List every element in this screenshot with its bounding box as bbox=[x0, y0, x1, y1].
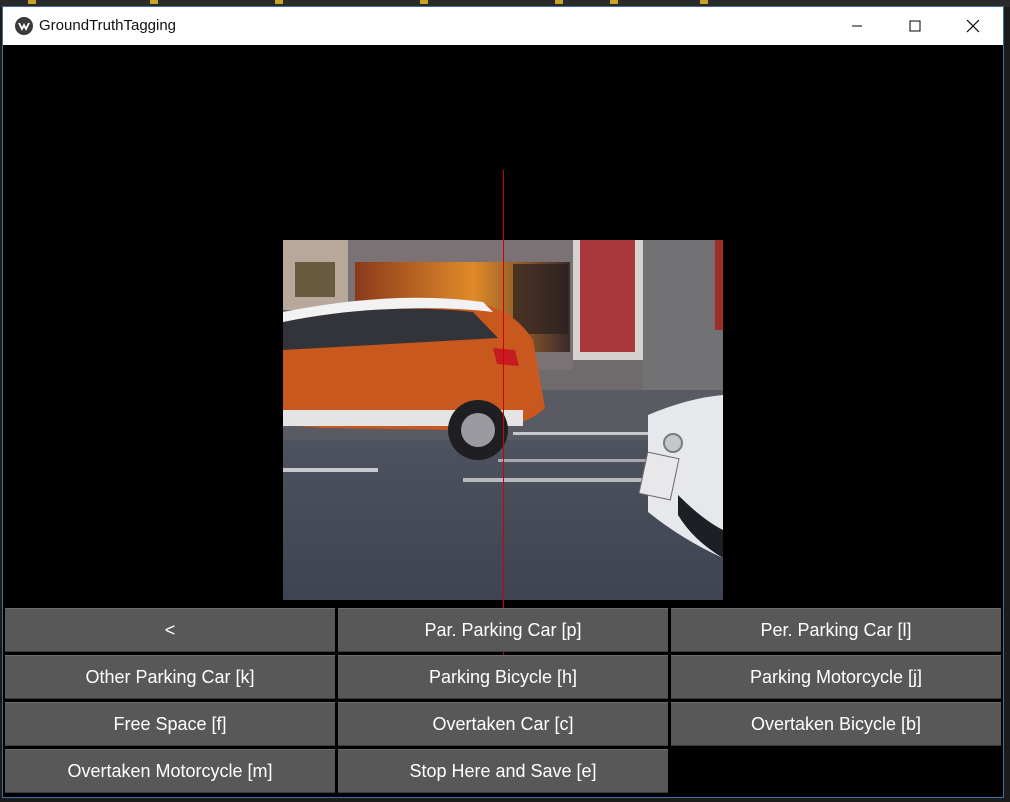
parking-bicycle-button[interactable]: Parking Bicycle [h] bbox=[338, 655, 668, 699]
title-bar: GroundTruthTagging bbox=[3, 7, 1003, 45]
parking-motorcycle-button[interactable]: Parking Motorcycle [j] bbox=[671, 655, 1001, 699]
back-button[interactable]: < bbox=[5, 608, 335, 652]
close-button[interactable] bbox=[944, 7, 1002, 45]
overtaken-motorcycle-button[interactable]: Overtaken Motorcycle [m] bbox=[5, 749, 335, 793]
tag-button-grid: < Par. Parking Car [p] Per. Parking Car … bbox=[3, 606, 1003, 797]
minimize-icon bbox=[852, 25, 862, 27]
other-parking-car-button[interactable]: Other Parking Car [k] bbox=[5, 655, 335, 699]
window-title: GroundTruthTagging bbox=[39, 17, 177, 34]
app-logo-icon bbox=[15, 17, 33, 35]
close-icon bbox=[966, 19, 980, 33]
free-space-button[interactable]: Free Space [f] bbox=[5, 702, 335, 746]
maximize-icon bbox=[909, 20, 921, 32]
marker-line[interactable] bbox=[503, 170, 504, 655]
overtaken-bicycle-button[interactable]: Overtaken Bicycle [b] bbox=[671, 702, 1001, 746]
maximize-button[interactable] bbox=[886, 7, 944, 45]
overtaken-car-button[interactable]: Overtaken Car [c] bbox=[338, 702, 668, 746]
minimize-button[interactable] bbox=[828, 7, 886, 45]
stop-and-save-button[interactable]: Stop Here and Save [e] bbox=[338, 749, 668, 793]
per-parking-car-button[interactable]: Per. Parking Car [l] bbox=[671, 608, 1001, 652]
tagging-canvas: < Par. Parking Car [p] Per. Parking Car … bbox=[3, 45, 1003, 797]
par-parking-car-button[interactable]: Par. Parking Car [p] bbox=[338, 608, 668, 652]
app-window: GroundTruthTagging < Par. Parking Car [p… bbox=[2, 6, 1004, 798]
